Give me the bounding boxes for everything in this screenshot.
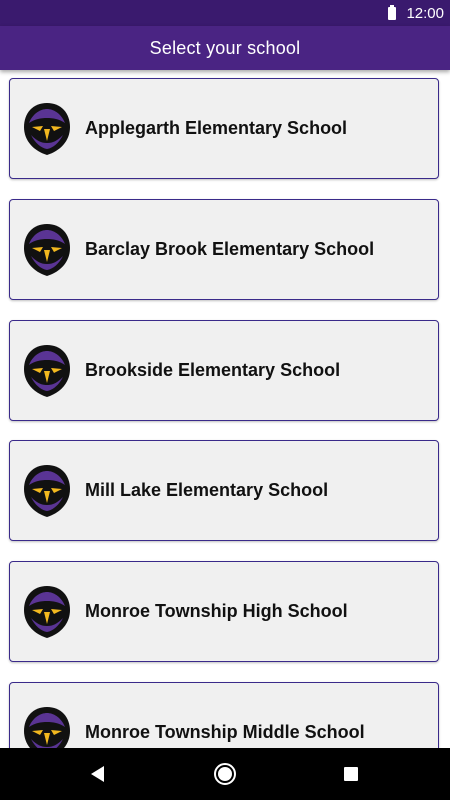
school-name: Mill Lake Elementary School xyxy=(85,480,329,500)
home-button[interactable] xyxy=(195,748,255,800)
app-bar: Select your school xyxy=(0,26,450,70)
system-nav-bar xyxy=(0,748,450,800)
hawk-mascot-icon xyxy=(24,223,70,276)
recents-button[interactable] xyxy=(321,748,381,800)
school-card-monroe-high[interactable]: Monroe Township High School xyxy=(9,561,439,662)
status-bar: 12:00 xyxy=(0,0,450,26)
hawk-mascot-icon xyxy=(24,344,70,397)
back-triangle-icon xyxy=(91,766,104,782)
school-name: Barclay Brook Elementary School xyxy=(85,239,375,259)
home-circle-icon xyxy=(214,763,236,785)
school-card-applegarth[interactable]: Applegarth Elementary School xyxy=(9,78,439,179)
hawk-mascot-icon xyxy=(24,102,70,155)
hawk-mascot-icon xyxy=(24,585,70,638)
battery-full-icon xyxy=(388,4,397,20)
school-card-mill-lake[interactable]: Mill Lake Elementary School xyxy=(9,440,439,541)
school-card-barclay-brook[interactable]: Barclay Brook Elementary School xyxy=(9,199,439,300)
school-name: Monroe Township Middle School xyxy=(85,722,365,742)
hawk-mascot-icon xyxy=(24,464,70,517)
page-title: Select your school xyxy=(149,37,301,58)
school-name: Monroe Township High School xyxy=(85,601,348,621)
school-card-monroe-middle[interactable]: Monroe Township Middle School xyxy=(9,682,439,748)
school-list[interactable]: Applegarth Elementary School Barclay Bro… xyxy=(0,70,450,748)
status-time: 12:00 xyxy=(406,4,444,22)
school-card-brookside[interactable]: Brookside Elementary School xyxy=(9,320,439,421)
hawk-mascot-icon xyxy=(24,706,70,748)
school-name: Applegarth Elementary School xyxy=(85,118,348,138)
back-button[interactable] xyxy=(68,748,128,800)
school-name: Brookside Elementary School xyxy=(85,360,341,380)
recents-square-icon xyxy=(344,767,358,781)
status-indicators: 12:00 xyxy=(388,0,444,26)
